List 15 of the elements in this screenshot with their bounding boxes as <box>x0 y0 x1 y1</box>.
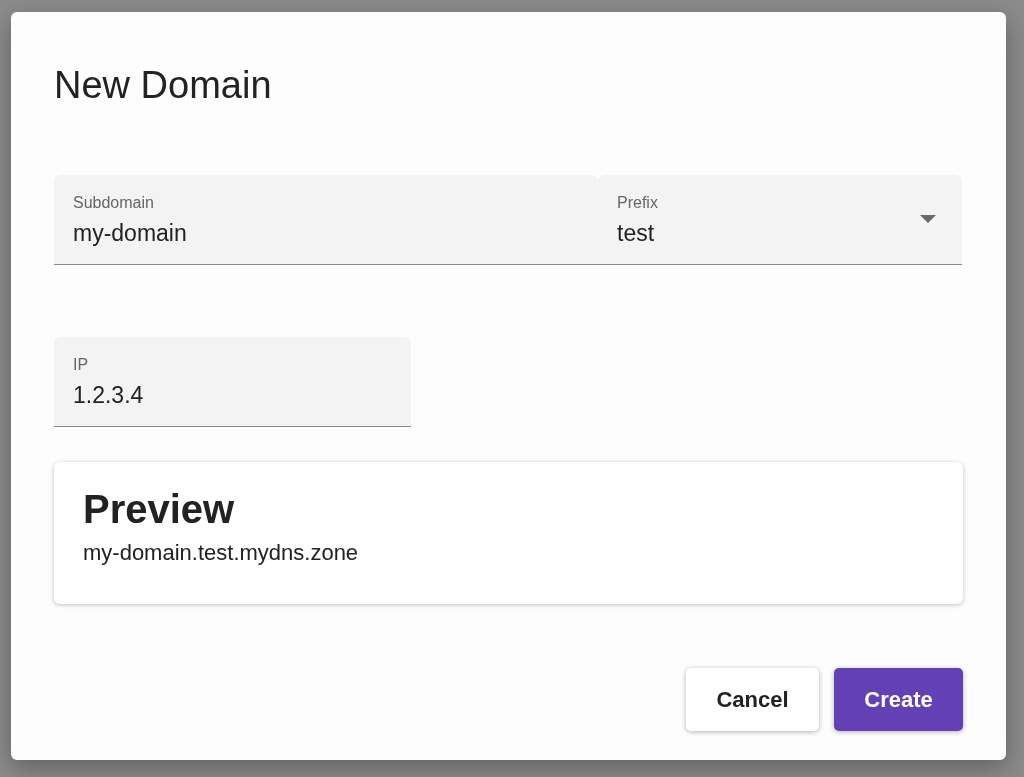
field-label: IP <box>73 355 89 375</box>
input-field[interactable]: IP 1.2.3.4 <box>54 337 411 427</box>
input-field[interactable]: Subdomain my-domain <box>54 175 598 265</box>
preview-heading: Preview <box>83 486 236 532</box>
field-value: test <box>617 219 655 247</box>
preview-text: my-domain.test.mydns.zone <box>83 540 360 566</box>
dialog-title: New Domain <box>54 63 273 108</box>
field-label: Prefix <box>617 193 658 213</box>
field-value: 1.2.3.4 <box>73 381 144 409</box>
field-value: my-domain <box>73 219 187 247</box>
select-field[interactable]: Prefix test <box>598 175 962 265</box>
caret-icon <box>920 215 936 223</box>
field-label: Subdomain <box>73 193 154 213</box>
cancel-button[interactable]: Cancel <box>686 668 819 731</box>
create-button[interactable]: Create <box>834 668 963 731</box>
